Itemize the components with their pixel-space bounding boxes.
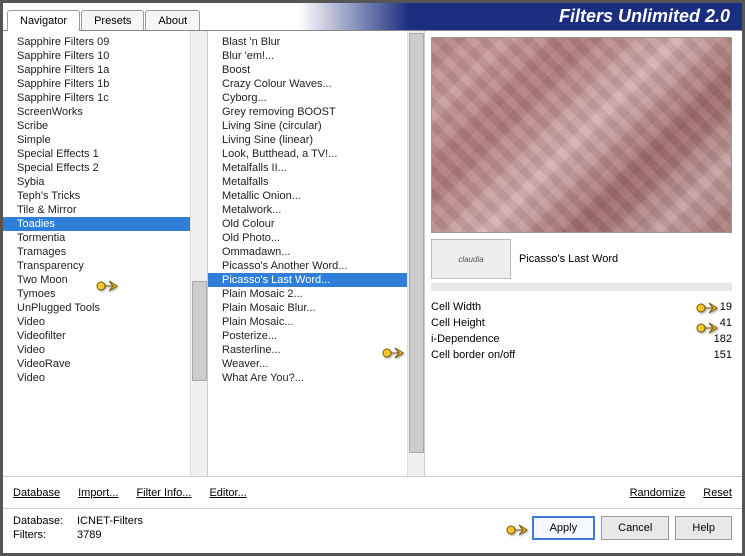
filter-item[interactable]: Weaver...	[208, 357, 407, 371]
param-value: 41	[692, 317, 732, 329]
filter-info-button[interactable]: Filter Info...	[136, 487, 191, 499]
category-item[interactable]: Two Moon	[3, 273, 190, 287]
filter-item[interactable]: Posterize...	[208, 329, 407, 343]
category-item[interactable]: VideoRave	[3, 357, 190, 371]
footer-info: Database: ICNET-Filters Filters: 3789	[13, 515, 143, 541]
category-item[interactable]: UnPlugged Tools	[3, 301, 190, 315]
filter-item[interactable]: Rasterline...	[208, 343, 407, 357]
filter-item[interactable]: Ommadawn...	[208, 245, 407, 259]
app-title: Filters Unlimited 2.0	[559, 6, 730, 27]
category-scrollbar[interactable]	[190, 31, 207, 476]
category-item[interactable]: Special Effects 1	[3, 147, 190, 161]
filter-item[interactable]: Metalwork...	[208, 203, 407, 217]
filter-name-label: Picasso's Last Word	[519, 253, 732, 265]
toolbar: Database Import... Filter Info... Editor…	[3, 476, 742, 508]
category-panel: Sapphire Filters 09Sapphire Filters 10Sa…	[3, 31, 208, 476]
category-item[interactable]: Tramages	[3, 245, 190, 259]
param-list: Cell Width19Cell Height41i-Dependence182…	[431, 299, 732, 363]
category-item[interactable]: Special Effects 2	[3, 161, 190, 175]
category-item[interactable]: Video	[3, 343, 190, 357]
preview-image	[431, 37, 732, 233]
category-item[interactable]: Video	[3, 371, 190, 385]
reset-button[interactable]: Reset	[703, 487, 732, 499]
filters-value: 3789	[77, 529, 101, 541]
filter-scrollbar[interactable]	[407, 31, 424, 476]
category-item[interactable]: Sapphire Filters 09	[3, 35, 190, 49]
param-value: 182	[692, 333, 732, 345]
param-value: 151	[692, 349, 732, 361]
filter-item[interactable]: Grey removing BOOST	[208, 105, 407, 119]
cancel-button[interactable]: Cancel	[601, 516, 669, 540]
filter-item[interactable]: Living Sine (linear)	[208, 133, 407, 147]
category-item[interactable]: Transparency	[3, 259, 190, 273]
filter-item[interactable]: Plain Mosaic...	[208, 315, 407, 329]
filter-item[interactable]: Look, Butthead, a TV!...	[208, 147, 407, 161]
filter-name-row: claudia Picasso's Last Word	[431, 239, 732, 279]
filter-item[interactable]: Plain Mosaic Blur...	[208, 301, 407, 315]
category-item[interactable]: Sapphire Filters 1b	[3, 77, 190, 91]
filter-item[interactable]: Picasso's Last Word...	[208, 273, 407, 287]
category-item[interactable]: Sapphire Filters 1c	[3, 91, 190, 105]
category-item[interactable]: Sybia	[3, 175, 190, 189]
category-item[interactable]: Teph's Tricks	[3, 189, 190, 203]
import-button[interactable]: Import...	[78, 487, 118, 499]
filter-item[interactable]: Crazy Colour Waves...	[208, 77, 407, 91]
separator	[431, 283, 732, 291]
param-row[interactable]: Cell border on/off151	[431, 347, 732, 363]
filter-item[interactable]: Blur 'em!...	[208, 49, 407, 63]
category-item[interactable]: Toadies	[3, 217, 190, 231]
filter-item[interactable]: Living Sine (circular)	[208, 119, 407, 133]
footer-buttons: Apply Cancel Help	[532, 516, 732, 540]
category-item[interactable]: Tile & Mirror	[3, 203, 190, 217]
watermark: claudia	[431, 239, 511, 279]
category-item[interactable]: Videofilter	[3, 329, 190, 343]
filter-item[interactable]: Metalfalls	[208, 175, 407, 189]
filter-list[interactable]: Blast 'n BlurBlur 'em!...BoostCrazy Colo…	[208, 31, 407, 476]
tabs: NavigatorPresetsAbout	[7, 3, 201, 30]
category-item[interactable]: Simple	[3, 133, 190, 147]
param-label: Cell Height	[431, 317, 692, 329]
filter-item[interactable]: Blast 'n Blur	[208, 35, 407, 49]
apply-button[interactable]: Apply	[532, 516, 596, 540]
category-item[interactable]: Sapphire Filters 1a	[3, 63, 190, 77]
tab-presets[interactable]: Presets	[81, 10, 144, 30]
category-item[interactable]: Video	[3, 315, 190, 329]
param-row[interactable]: Cell Width19	[431, 299, 732, 315]
param-row[interactable]: Cell Height41	[431, 315, 732, 331]
header: NavigatorPresetsAbout Filters Unlimited …	[3, 3, 742, 31]
filter-item[interactable]: What Are You?...	[208, 371, 407, 385]
filter-item[interactable]: Old Colour	[208, 217, 407, 231]
right-panel: claudia Picasso's Last Word Cell Width19…	[425, 31, 742, 476]
help-button[interactable]: Help	[675, 516, 732, 540]
tab-navigator[interactable]: Navigator	[7, 10, 80, 31]
filter-item[interactable]: Old Photo...	[208, 231, 407, 245]
param-label: Cell border on/off	[431, 349, 692, 361]
category-list[interactable]: Sapphire Filters 09Sapphire Filters 10Sa…	[3, 31, 190, 476]
category-item[interactable]: ScreenWorks	[3, 105, 190, 119]
filter-item[interactable]: Picasso's Another Word...	[208, 259, 407, 273]
category-item[interactable]: Scribe	[3, 119, 190, 133]
database-button[interactable]: Database	[13, 487, 60, 499]
tab-about[interactable]: About	[145, 10, 200, 30]
filter-panel: Blast 'n BlurBlur 'em!...BoostCrazy Colo…	[208, 31, 425, 476]
filter-item[interactable]: Metalfalls II...	[208, 161, 407, 175]
db-label: Database:	[13, 515, 71, 527]
param-label: i-Dependence	[431, 333, 692, 345]
footer: Database: ICNET-Filters Filters: 3789 Appl…	[3, 508, 742, 547]
category-item[interactable]: Tymoes	[3, 287, 190, 301]
filter-item[interactable]: Boost	[208, 63, 407, 77]
db-value: ICNET-Filters	[77, 515, 143, 527]
content: Sapphire Filters 09Sapphire Filters 10Sa…	[3, 31, 742, 476]
filter-item[interactable]: Cyborg...	[208, 91, 407, 105]
param-label: Cell Width	[431, 301, 692, 313]
filter-item[interactable]: Metallic Onion...	[208, 189, 407, 203]
param-row[interactable]: i-Dependence182	[431, 331, 732, 347]
filters-label: Filters:	[13, 529, 71, 541]
param-value: 19	[692, 301, 732, 313]
category-item[interactable]: Tormentia	[3, 231, 190, 245]
editor-button[interactable]: Editor...	[209, 487, 246, 499]
randomize-button[interactable]: Randomize	[630, 487, 686, 499]
filter-item[interactable]: Plain Mosaic 2...	[208, 287, 407, 301]
category-item[interactable]: Sapphire Filters 10	[3, 49, 190, 63]
